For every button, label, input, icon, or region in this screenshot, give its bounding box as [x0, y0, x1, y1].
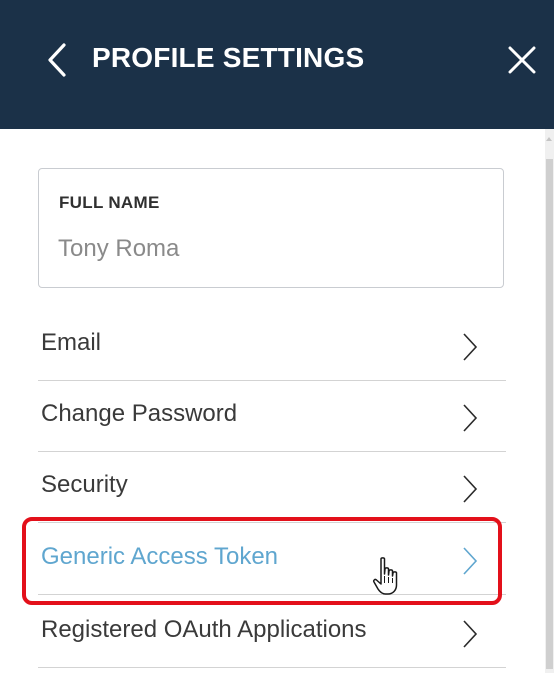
chevron-right-icon	[463, 404, 478, 432]
full-name-label: FULL NAME	[59, 193, 160, 212]
highlight-box	[22, 517, 502, 605]
menu-item-label: Registered OAuth Applications	[41, 616, 367, 643]
scrollbar-thumb[interactable]	[546, 159, 553, 669]
chevron-left-icon	[48, 43, 66, 77]
menu-item-change-password[interactable]: Change Password	[38, 381, 506, 452]
chevron-right-icon	[463, 333, 478, 361]
vertical-scrollbar[interactable]	[545, 129, 554, 673]
chevron-right-icon	[463, 620, 478, 648]
close-button[interactable]	[504, 42, 540, 78]
menu-item-label: Email	[41, 329, 102, 356]
scroll-up-arrow-icon[interactable]	[546, 137, 552, 141]
hand-pointer-cursor-icon	[373, 557, 398, 595]
page-title: PROFILE SETTINGS	[92, 42, 365, 73]
close-icon	[508, 46, 536, 74]
full-name-value[interactable]: Tony Roma	[58, 235, 179, 263]
menu-item-label: Security	[41, 471, 128, 498]
header-bar: PROFILE SETTINGS	[0, 0, 554, 129]
menu-item-registered-oauth-applications[interactable]: Registered OAuth Applications	[38, 597, 506, 668]
back-button[interactable]	[40, 40, 76, 80]
full-name-field[interactable]: FULL NAME Tony Roma	[38, 168, 504, 288]
menu-item-label: Change Password	[41, 400, 238, 427]
menu-item-email[interactable]: Email	[38, 310, 506, 381]
menu-item-security[interactable]: Security	[38, 452, 506, 523]
chevron-right-icon	[463, 475, 478, 503]
